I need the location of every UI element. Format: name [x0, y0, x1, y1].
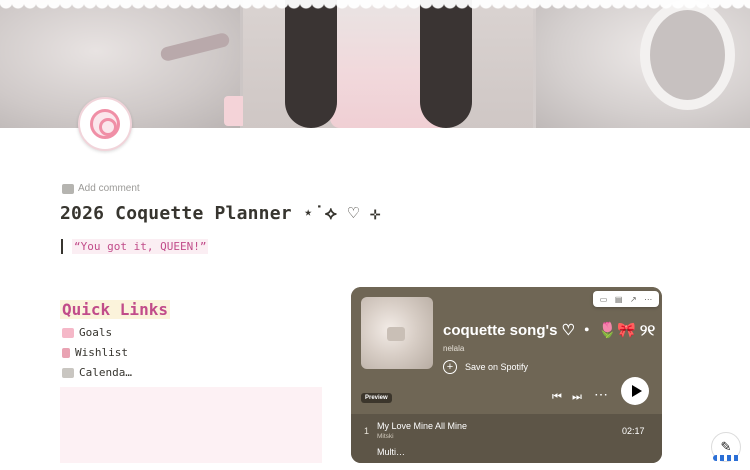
more-icon[interactable]: ⋯ — [644, 295, 652, 304]
track-duration: 02:17 — [622, 426, 645, 436]
comment-icon — [62, 183, 74, 194]
play-icon — [631, 385, 642, 397]
add-comment-button[interactable]: Add comment — [62, 183, 140, 194]
quick-link-calendar[interactable]: Calenda… — [62, 366, 132, 379]
quick-links-heading: Quick Links — [60, 300, 170, 319]
lace-border — [0, 0, 750, 12]
track-list: 1 My Love Mine All Mine Mitski 02:17 Mul… — [351, 414, 662, 463]
mirror-decoration — [640, 0, 735, 110]
track-number: 1 — [364, 426, 370, 436]
next-track-icon[interactable]: ⏭ — [572, 391, 582, 404]
more-options-icon[interactable]: ⋯ — [594, 386, 608, 403]
comment-icon[interactable]: ▭ — [600, 295, 608, 304]
save-on-spotify-button[interactable]: + Save on Spotify — [443, 360, 528, 374]
hair-right-decoration — [420, 0, 472, 128]
quick-links-callout — [60, 387, 322, 463]
quick-link-wishlist[interactable]: Wishlist — [62, 346, 128, 359]
page-icon[interactable] — [78, 97, 132, 151]
add-comment-label: Add comment — [78, 183, 140, 194]
track-name: My Love Mine All Mine — [377, 421, 468, 431]
track-row[interactable]: 1 My Love Mine All Mine Mitski 02:17 — [351, 418, 662, 444]
swirl-icon — [90, 109, 120, 139]
embed-toolbar: ▭ ▤ ↗ ⋯ — [593, 291, 659, 307]
plus-circle-icon: + — [443, 360, 457, 374]
playlist-title[interactable]: coquette song's ♡ ・ 🌷🎀 ୨୧ ・ — [443, 319, 658, 340]
previous-track-icon[interactable]: ⏮ — [552, 391, 562, 404]
track-row[interactable]: Multi… — [351, 444, 662, 463]
preview-badge: Preview — [361, 393, 392, 403]
track-artist: Mitski — [377, 433, 394, 440]
quote-bar — [61, 238, 63, 254]
lipstick-icon — [62, 347, 70, 358]
quote-block[interactable]: “You got it, QUEEN!” — [61, 238, 209, 254]
quote-text: “You got it, QUEEN!” — [72, 238, 209, 254]
quick-link-label: Goals — [79, 326, 113, 339]
caption-icon[interactable]: ▤ — [615, 295, 623, 304]
calendar-icon — [62, 367, 74, 378]
spotify-embed[interactable]: coquette song's ♡ ・ 🌷🎀 ୨୧ ・ nelala + Sav… — [351, 287, 662, 463]
track-name: Multi… — [377, 447, 406, 457]
playlist-cover-art[interactable] — [361, 297, 433, 369]
playlist-owner[interactable]: nelala — [443, 344, 464, 353]
hair-left-decoration — [285, 0, 337, 128]
page-title[interactable]: 2026 Coquette Planner ⋆˙⟡ ♡ ⊹ — [60, 203, 380, 224]
quick-link-label: Wishlist — [75, 346, 128, 359]
quick-link-goals[interactable]: Goals — [62, 326, 112, 339]
open-link-icon[interactable]: ↗ — [630, 295, 637, 304]
pink-ribbon-icon — [62, 327, 74, 338]
save-on-spotify-label: Save on Spotify — [465, 362, 529, 372]
help-avatar-stripe — [713, 455, 741, 461]
play-button[interactable] — [621, 377, 649, 405]
quick-link-label: Calenda… — [79, 366, 132, 379]
